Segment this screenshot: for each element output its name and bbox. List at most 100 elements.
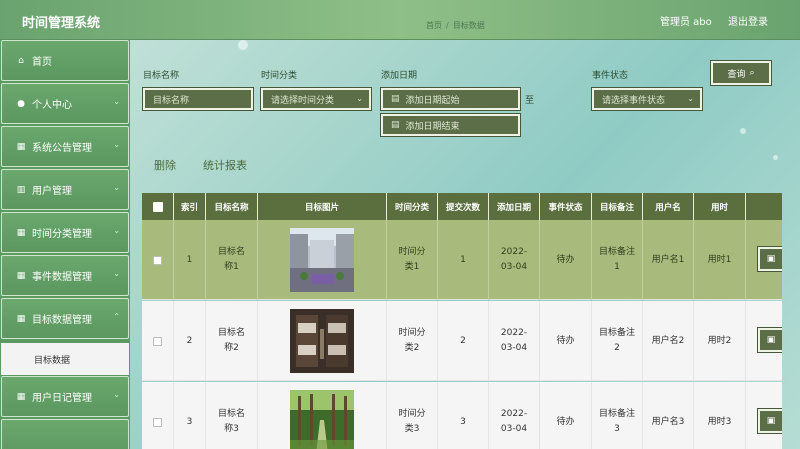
time-category-select[interactable]: 请选择时间分类 ⌄ xyxy=(260,87,372,111)
row-select-cell[interactable] xyxy=(142,220,174,300)
table-row[interactable]: 2 目标名称2 时间分类2 2 2022-03-04 待办 目标备注2 用户名2… xyxy=(142,301,782,381)
logout-link[interactable]: 退出登录 xyxy=(728,13,768,28)
row-select-cell[interactable] xyxy=(142,301,174,381)
detail-button[interactable]: ▣ xyxy=(757,408,782,434)
target-data-table: 索引 目标名称 目标图片 时间分类 提交次数 添加日期 事件状态 目标备注 用户… xyxy=(142,193,782,449)
sidebar-item-users[interactable]: ▥ 用户管理 ⌄ xyxy=(1,169,129,210)
forest-path-image[interactable] xyxy=(290,390,354,449)
chevron-down-icon: ⌄ xyxy=(113,269,120,278)
sidebar-item-label: 系统公告管理 xyxy=(32,143,92,154)
table-header: 索引 目标名称 目标图片 时间分类 提交次数 添加日期 事件状态 目标备注 用户… xyxy=(142,193,782,220)
chevron-down-icon: ⌄ xyxy=(356,94,363,103)
target-name-label: 目标名称 xyxy=(143,71,180,81)
detail-button[interactable]: ▣ xyxy=(757,246,782,272)
detail-icon: ▣ xyxy=(766,254,776,264)
time-category-placeholder: 请选择时间分类 xyxy=(271,95,335,106)
cell-add-date: 2022-03-04 xyxy=(489,382,540,449)
header-operations xyxy=(746,193,782,220)
header-select-all[interactable] xyxy=(142,193,174,220)
detail-icon: ▣ xyxy=(766,335,776,345)
date-start-input[interactable]: ▤ 添加日期起始 xyxy=(380,87,521,111)
cell-used-time: 用时3 xyxy=(694,382,746,449)
cell-username: 用户名1 xyxy=(643,220,694,300)
header-submit-count: 提交次数 xyxy=(438,193,489,220)
grid-icon: ▦ xyxy=(16,227,26,238)
sidebar-item-time-category[interactable]: ▦ 时间分类管理 ⌄ xyxy=(1,212,129,253)
add-date-label: 添加日期 xyxy=(381,71,418,81)
breadcrumb-current: 目标数据 xyxy=(452,21,485,30)
cell-target-note: 目标备注3 xyxy=(592,382,643,449)
cell-username: 用户名2 xyxy=(643,301,694,381)
target-name-placeholder: 目标名称 xyxy=(153,95,190,106)
delete-button[interactable]: 删除 xyxy=(154,157,176,173)
grid-icon: ▦ xyxy=(16,391,26,402)
sidebar-subitem-target-data[interactable]: 目标数据 xyxy=(1,343,129,375)
detail-button[interactable]: ▣ xyxy=(757,327,782,353)
date-end-placeholder: 添加日期结束 xyxy=(405,121,460,132)
home-icon: ⌂ xyxy=(18,55,24,66)
header-target-image: 目标图片 xyxy=(258,193,387,220)
users-icon: ▥ xyxy=(16,184,26,195)
cell-time-category: 时间分类2 xyxy=(387,301,438,381)
cell-used-time: 用时2 xyxy=(694,301,746,381)
header-target-note: 目标备注 xyxy=(592,193,643,220)
sidebar: ⌂ 首页 ● 个人中心 ⌄ ▦ 系统公告管理 ⌄ ▥ 用户管理 ⌄ ▦ 时间分类… xyxy=(0,40,130,449)
cell-submit-count: 1 xyxy=(438,220,489,300)
row-checkbox[interactable] xyxy=(153,336,162,346)
cell-event-status: 待办 xyxy=(540,301,592,381)
cell-add-date: 2022-03-04 xyxy=(489,220,540,300)
sidebar-item-more[interactable] xyxy=(1,419,129,449)
cell-index: 1 xyxy=(174,220,206,300)
target-name-input[interactable]: 目标名称 xyxy=(142,87,254,111)
chevron-down-icon: ⌄ xyxy=(113,97,120,106)
breadcrumb-separator: / xyxy=(446,21,449,30)
grid-icon: ▦ xyxy=(16,270,26,281)
date-range-separator: 至 xyxy=(525,96,535,106)
sidebar-item-home[interactable]: ⌂ 首页 xyxy=(1,40,129,81)
breadcrumb-home[interactable]: 首页 xyxy=(426,21,442,30)
sidebar-item-user-diary[interactable]: ▦ 用户日记管理 ⌄ xyxy=(1,376,129,417)
top-header: 时间管理系统 首页 / 目标数据 管理员 abo 退出登录 xyxy=(0,0,800,40)
sidebar-item-label: 个人中心 xyxy=(32,100,72,111)
calendar-icon: ▤ xyxy=(391,120,400,130)
sidebar-item-target-data[interactable]: ▦ 目标数据管理 ⌃ xyxy=(1,298,129,339)
cell-used-time: 用时1 xyxy=(694,220,746,300)
cell-target-image xyxy=(258,220,387,300)
bunk-room-image[interactable] xyxy=(290,309,354,373)
row-checkbox[interactable] xyxy=(153,417,162,427)
table-row[interactable]: 1 目标名称1 时间分类1 1 2022-03-04 待办 目标备注1 用户名1… xyxy=(142,220,782,300)
sidebar-item-announcements[interactable]: ▦ 系统公告管理 ⌄ xyxy=(1,126,129,167)
header-event-status: 事件状态 xyxy=(540,193,592,220)
sidebar-item-personal-center[interactable]: ● 个人中心 ⌄ xyxy=(1,83,129,124)
sidebar-item-label: 用户日记管理 xyxy=(32,393,92,404)
background-sparkle xyxy=(773,155,778,160)
sidebar-item-label: 目标数据管理 xyxy=(32,315,92,326)
breadcrumb: 首页 / 目标数据 xyxy=(424,20,487,31)
search-button[interactable]: 查询 ⌕ xyxy=(710,60,772,86)
admin-user-label: 管理员 abo xyxy=(660,17,712,28)
cell-event-status: 待办 xyxy=(540,382,592,449)
grid-icon: ▦ xyxy=(16,313,26,324)
header-add-date: 添加日期 xyxy=(489,193,540,220)
time-category-label: 时间分类 xyxy=(261,71,298,81)
event-status-select[interactable]: 请选择事件状态 ⌄ xyxy=(591,87,703,111)
cell-submit-count: 2 xyxy=(438,301,489,381)
chevron-down-icon: ⌄ xyxy=(113,226,120,235)
date-start-placeholder: 添加日期起始 xyxy=(405,95,460,106)
cell-target-image xyxy=(258,382,387,449)
cell-time-category: 时间分类1 xyxy=(387,220,438,300)
sidebar-item-event-data[interactable]: ▦ 事件数据管理 ⌄ xyxy=(1,255,129,296)
date-end-input[interactable]: ▤ 添加日期结束 xyxy=(380,113,521,137)
report-button[interactable]: 统计报表 xyxy=(203,157,247,173)
row-checkbox[interactable] xyxy=(153,255,162,265)
header-target-name: 目标名称 xyxy=(206,193,258,220)
header-time-category: 时间分类 xyxy=(387,193,438,220)
background-sparkle xyxy=(740,128,746,134)
hotel-courtyard-image[interactable] xyxy=(290,228,354,292)
sidebar-item-label: 事件数据管理 xyxy=(32,272,92,283)
cell-target-name: 目标名称3 xyxy=(206,382,258,449)
chevron-up-icon: ⌃ xyxy=(113,312,120,321)
table-row[interactable]: 3 目标名称3 时间分类3 3 2022-03-04 待办 目标备注3 用户名3… xyxy=(142,382,782,449)
row-select-cell[interactable] xyxy=(142,382,174,449)
select-all-checkbox[interactable] xyxy=(152,201,163,212)
